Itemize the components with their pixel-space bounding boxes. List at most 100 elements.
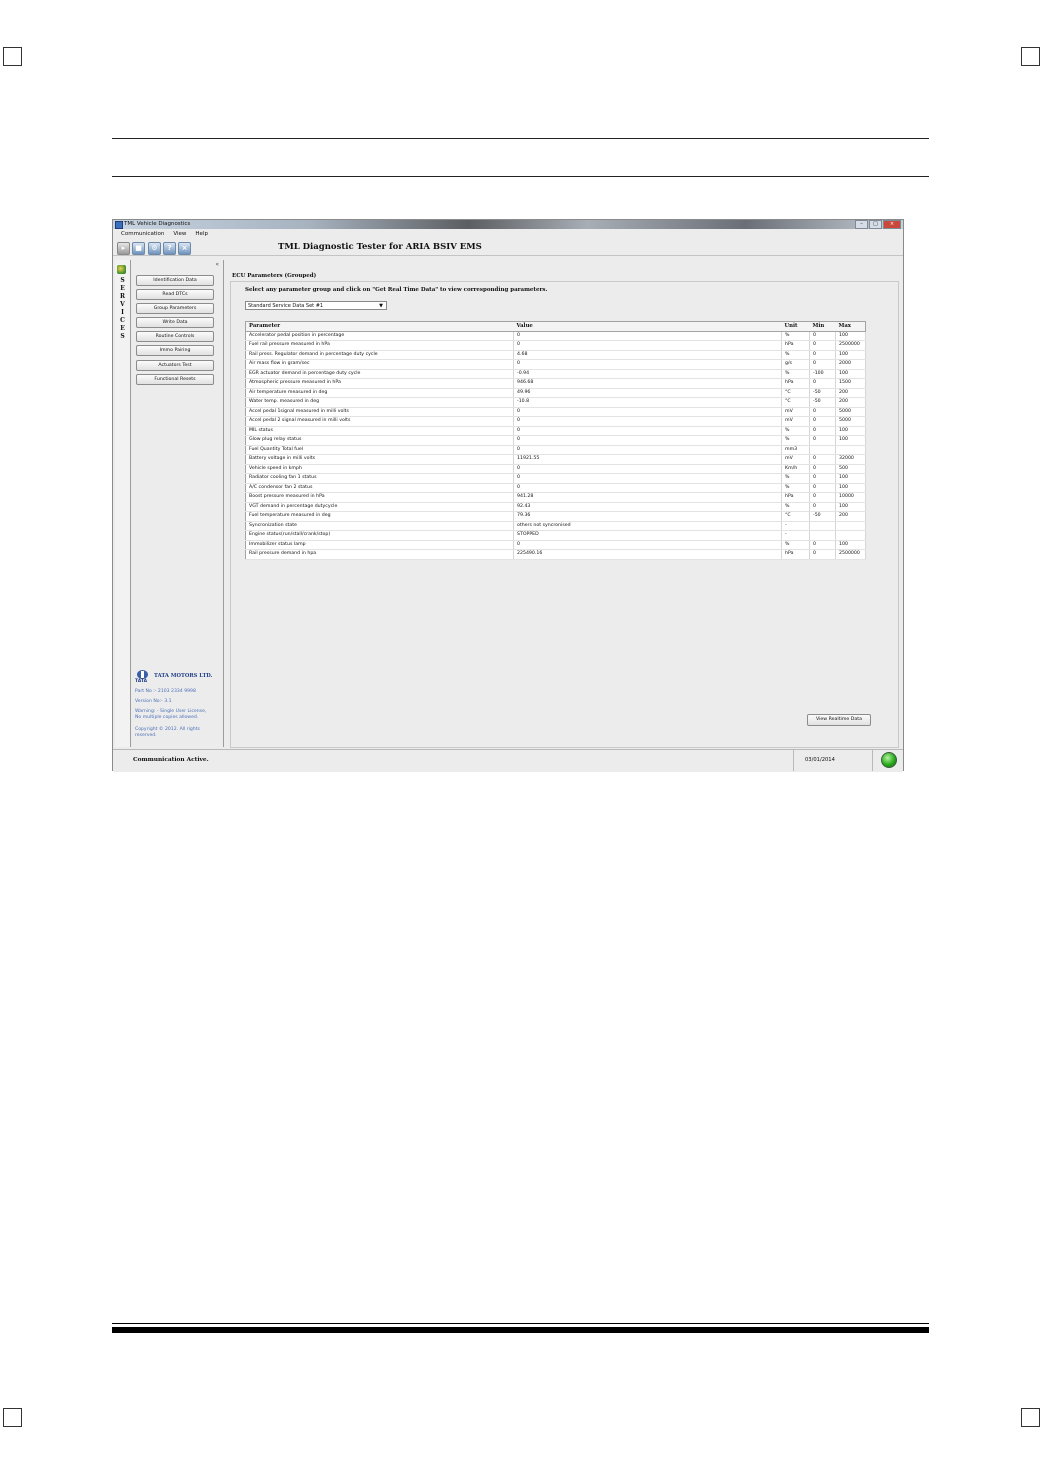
- cell-value: 0: [513, 331, 782, 341]
- cell-unit: °C: [781, 511, 810, 522]
- table-row[interactable]: A/C condensor fan 2 status 0% 0 100: [245, 483, 866, 493]
- table-row[interactable]: Boost pressure measured in hPa 941.28 hPa 0…: [245, 492, 866, 503]
- cell-value: 225490.16: [513, 549, 782, 560]
- table-row[interactable]: Syncronization state others not syncronis…: [245, 521, 866, 531]
- license-warning-line2: No multiple copies allowed.: [135, 715, 199, 720]
- sidebar-item-write-data[interactable]: Write Data: [136, 317, 214, 328]
- table-row[interactable]: MIL status 0% 0 100: [245, 426, 866, 436]
- table-row[interactable]: VGT demand in percentage dutycycle 92.43%…: [245, 502, 866, 512]
- table-row[interactable]: Accel pedal 2 signal measured in milli v…: [245, 416, 866, 427]
- table-row[interactable]: Fuel rail pressure measured in hPa 0 hPa 0 2…: [245, 340, 866, 351]
- cell-max: 100: [835, 435, 866, 446]
- cell-max: 200: [835, 388, 866, 398]
- cell-min: [809, 445, 836, 455]
- cell-unit: hPa: [781, 492, 810, 503]
- cell-value: STOPPED: [513, 530, 782, 541]
- cell-max: 100: [835, 483, 866, 493]
- cell-parameter: Rail press. Regulator demand in percenta…: [245, 350, 514, 360]
- cell-value: 0: [513, 483, 782, 493]
- table-row[interactable]: Accel pedal 1signal measured in milli vo…: [245, 407, 866, 417]
- table-row[interactable]: Rail press. Regulator demand in percenta…: [245, 350, 866, 360]
- cell-max: 100: [835, 473, 866, 484]
- status-text: Communication Active.: [133, 757, 209, 763]
- cell-min: 0: [809, 492, 836, 503]
- table-row[interactable]: Air mass flow in gram/sec 0 g/s 0 2000: [245, 359, 866, 370]
- sidebar-item-group-parameters[interactable]: Group Parameters: [136, 303, 214, 314]
- tata-logo-icon: [137, 670, 148, 679]
- close-window-button[interactable]: ×: [883, 220, 901, 229]
- table-row[interactable]: Water temp. measured in deg -10.8 °C -50 200: [245, 397, 866, 408]
- cell-value: 0: [513, 464, 782, 474]
- cell-value: 0: [513, 340, 782, 351]
- cell-min: 0: [809, 435, 836, 446]
- table-row[interactable]: Fuel Quantity Total fuel 0 mm3: [245, 445, 866, 455]
- table-row[interactable]: Rail pressure demand in hpa 225490.16 hPa 0…: [245, 549, 866, 560]
- table-row[interactable]: Vehicle speed in kmph 0 Km/h 0 500: [245, 464, 866, 474]
- sidebar-item-immo-pairing[interactable]: Immo Pairing: [136, 345, 214, 356]
- column-header-value[interactable]: Value: [513, 321, 782, 332]
- crop-mark-top-right: [1021, 47, 1040, 66]
- sidebar-item-functional-resets[interactable]: Functional Resets: [136, 374, 214, 385]
- cell-min: 0: [809, 416, 836, 427]
- cell-max: 10000: [835, 492, 866, 503]
- sidebar-item-identification-data[interactable]: Identification Data: [136, 275, 214, 286]
- cell-min: 0: [809, 331, 836, 341]
- cell-value: 946.68: [513, 378, 782, 389]
- table-row[interactable]: Fuel temperature measured in deg 79.36 °C -…: [245, 511, 866, 522]
- close-icon[interactable]: ×: [178, 242, 191, 255]
- main-content: ECU Parameters (Grouped) Select any para…: [225, 260, 903, 748]
- title-bar[interactable]: TML Vehicle Diagnostics – □ ×: [113, 220, 903, 229]
- table-row[interactable]: Atmospheric pressure measured in hPa 946.…: [245, 378, 866, 389]
- cell-parameter: VGT demand in percentage dutycycle: [245, 502, 514, 512]
- column-header-min[interactable]: Min: [809, 321, 836, 332]
- header-rule-bottom: [112, 176, 929, 177]
- version-number: Version No:- 3.1: [135, 699, 172, 704]
- cell-parameter: Engine status(run/stall/crank/stop): [245, 530, 514, 541]
- cell-unit: Km/h: [781, 464, 810, 474]
- stop-icon[interactable]: ■: [132, 242, 145, 255]
- parameter-group-select[interactable]: Standard Service Data Set #1 ▼: [245, 301, 387, 310]
- minimize-button[interactable]: –: [855, 220, 868, 229]
- cell-unit: °C: [781, 388, 810, 398]
- copyright-line2: reserved.: [135, 733, 157, 738]
- cell-parameter: EGR actuator demand in percentage duty c…: [245, 369, 514, 379]
- view-realtime-data-button[interactable]: View Realtime Data: [807, 714, 871, 726]
- help-icon[interactable]: ?: [163, 242, 176, 255]
- app-icon: [115, 221, 123, 229]
- window-title: TML Vehicle Diagnostics: [124, 221, 191, 227]
- column-header-max[interactable]: Max: [835, 321, 866, 332]
- table-row[interactable]: Engine status(run/stall/crank/stop) STOPP…: [245, 530, 866, 541]
- cell-unit: %: [781, 473, 810, 484]
- column-header-unit[interactable]: Unit: [781, 321, 810, 332]
- table-row[interactable]: Battery voltage in milli volts 11921.55 mV…: [245, 454, 866, 465]
- cell-parameter: Fuel rail pressure measured in hPa: [245, 340, 514, 351]
- cell-value: 941.28: [513, 492, 782, 503]
- cell-value: 0: [513, 416, 782, 427]
- tata-logo-text: TATA: [135, 679, 148, 684]
- column-header-parameter[interactable]: Parameter: [245, 321, 514, 332]
- menu-communication[interactable]: Communication: [121, 229, 164, 239]
- cell-parameter: Syncronization state: [245, 521, 514, 531]
- cell-max: 100: [835, 426, 866, 436]
- cell-max: 1500: [835, 378, 866, 389]
- cell-value: 0: [513, 473, 782, 484]
- cell-parameter: Air temperature measured in deg: [245, 388, 514, 398]
- sidebar-item-routine-controls[interactable]: Routine Controls: [136, 331, 214, 342]
- sidebar-item-read-dtcs[interactable]: Read DTCs: [136, 289, 214, 300]
- cell-min: 0: [809, 473, 836, 484]
- table-row[interactable]: Immobilizer status lamp 0% 0 100: [245, 540, 866, 550]
- collapse-sidebar-icon[interactable]: «: [215, 261, 219, 268]
- table-row[interactable]: Accelerator pedal position in percentage…: [245, 331, 866, 341]
- sidebar-item-actuators-test[interactable]: Actuators Test: [136, 360, 214, 371]
- table-row[interactable]: Air temperature measured in deg 49.96 °C -5…: [245, 388, 866, 398]
- menu-view[interactable]: View: [173, 229, 186, 239]
- table-row[interactable]: Glow plug relay status 0% 0 100: [245, 435, 866, 446]
- menu-help[interactable]: Help: [195, 229, 208, 239]
- table-row[interactable]: Radiator cooling fan 1 status 0% 0 100: [245, 473, 866, 484]
- network-icon[interactable]: ⚙: [148, 242, 161, 255]
- table-row[interactable]: EGR actuator demand in percentage duty c…: [245, 369, 866, 379]
- maximize-button[interactable]: □: [869, 220, 882, 229]
- play-icon[interactable]: ▸: [117, 242, 130, 255]
- cell-max: 32000: [835, 454, 866, 465]
- cell-min: 0: [809, 549, 836, 560]
